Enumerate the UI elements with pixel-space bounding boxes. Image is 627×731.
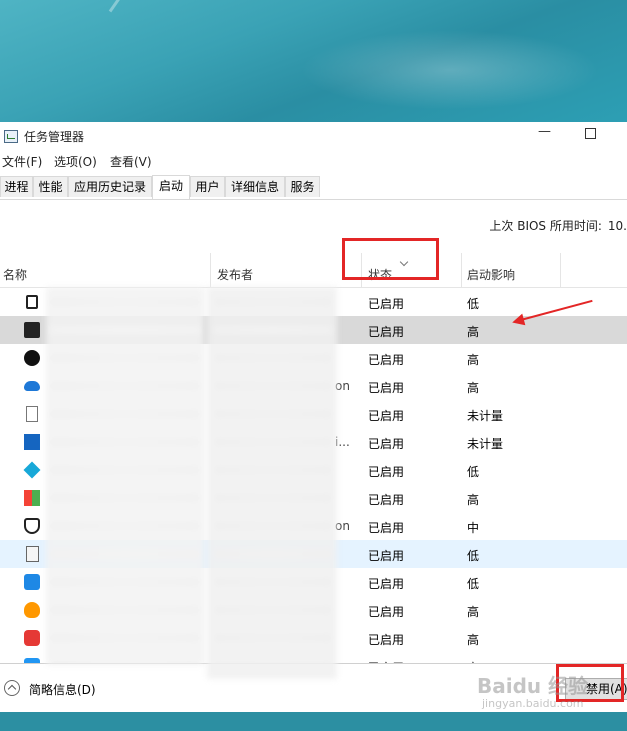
app-icon (26, 295, 38, 309)
status-cell: 已启用 (368, 549, 405, 563)
column-divider[interactable] (461, 253, 462, 287)
shield-icon (24, 518, 40, 534)
impact-cell: 高 (467, 325, 480, 339)
impact-cell: 低 (467, 549, 480, 563)
chevron-up-icon[interactable] (4, 680, 20, 696)
menu-bar: 文件(F) 选项(O) 查看(V) (0, 150, 627, 170)
status-cell: 已启用 (368, 605, 405, 619)
cyan-app-icon (23, 461, 41, 479)
status-cell: 已启用 (368, 465, 405, 479)
publisher-tail: on (335, 379, 350, 393)
window-title: 任务管理器 (24, 130, 85, 144)
impact-cell: 低 (467, 465, 480, 479)
status-cell: 已启用 (368, 493, 405, 507)
watermark-url: jingyan.baidu.com (482, 697, 584, 710)
column-name[interactable]: 名称 (3, 266, 27, 283)
publisher-tail: i... (335, 435, 350, 449)
impact-cell: 中 (467, 521, 480, 535)
watermark-logo: Baidu 经验 (477, 674, 589, 698)
document-icon (26, 546, 39, 562)
column-publisher[interactable]: 发布者 (217, 266, 253, 283)
status-cell: 已启用 (368, 409, 405, 423)
status-cell: 已启用 (368, 353, 405, 367)
onedrive-icon (24, 381, 40, 391)
wallpaper-glow (300, 30, 600, 110)
red-app-icon (24, 630, 40, 646)
bios-time: 上次 BIOS 所用时间: 10. (489, 217, 627, 234)
impact-cell: 高 (467, 605, 480, 619)
impact-cell: 高 (467, 381, 480, 395)
colorful-grid-icon (24, 490, 40, 506)
red-x-app-icon (24, 434, 40, 450)
flame-icon (24, 602, 40, 618)
bios-value: 10. (607, 219, 627, 233)
logitech-g-icon (24, 350, 40, 366)
tab-details[interactable]: 详细信息 (225, 176, 285, 197)
status-cell: 已启用 (368, 521, 405, 535)
desktop-bottom (0, 712, 627, 731)
status-cell: 已启用 (368, 381, 405, 395)
column-impact[interactable]: 启动影响 (467, 266, 515, 283)
impact-cell: 高 (467, 353, 480, 367)
tab-processes[interactable]: 进程 (0, 176, 33, 197)
redacted-publishers (207, 287, 337, 679)
tab-users[interactable]: 用户 (190, 176, 225, 197)
tab-app-history[interactable]: 应用历史记录 (68, 176, 152, 197)
status-cell: 已启用 (368, 577, 405, 591)
column-header: 名称 发布者 状态 启动影响 (0, 253, 627, 288)
impact-cell: 低 (467, 577, 480, 591)
menu-file[interactable]: 文件(F) (2, 153, 42, 170)
title-bar[interactable]: 任务管理器 — (0, 122, 627, 150)
tab-services[interactable]: 服务 (285, 176, 320, 197)
epic-games-icon (24, 322, 40, 338)
minimize-button[interactable]: — (538, 124, 552, 144)
baidu-du-icon (24, 574, 40, 590)
status-cell: 已启用 (368, 437, 405, 451)
tab-performance[interactable]: 性能 (33, 176, 68, 197)
impact-cell: 高 (467, 633, 480, 647)
redacted-names (46, 287, 204, 665)
column-divider[interactable] (210, 253, 211, 287)
status-cell: 已启用 (368, 325, 405, 339)
wallpaper-streak (108, 0, 204, 13)
tab-startup[interactable]: 启动 (152, 175, 190, 199)
task-manager-icon (4, 130, 18, 143)
menu-view[interactable]: 查看(V) (110, 153, 152, 170)
blank-file-icon (26, 406, 38, 422)
impact-cell: 未计量 (467, 437, 504, 451)
desktop-wallpaper (0, 0, 627, 122)
status-cell: 已启用 (368, 633, 405, 647)
tab-bar: 进程 性能 应用历史记录 启动 用户 详细信息 服务 (0, 175, 627, 200)
bios-label: 上次 BIOS 所用时间: (489, 219, 602, 233)
status-column-highlight (342, 238, 439, 280)
maximize-button[interactable] (585, 128, 596, 139)
impact-cell: 高 (467, 493, 480, 507)
impact-cell: 未计量 (467, 409, 504, 423)
column-divider[interactable] (560, 253, 561, 287)
fewer-details-link[interactable]: 简略信息(D) (29, 681, 96, 698)
publisher-tail: on (335, 519, 350, 533)
impact-cell: 低 (467, 297, 480, 311)
menu-options[interactable]: 选项(O) (54, 153, 97, 170)
status-cell: 已启用 (368, 297, 405, 311)
